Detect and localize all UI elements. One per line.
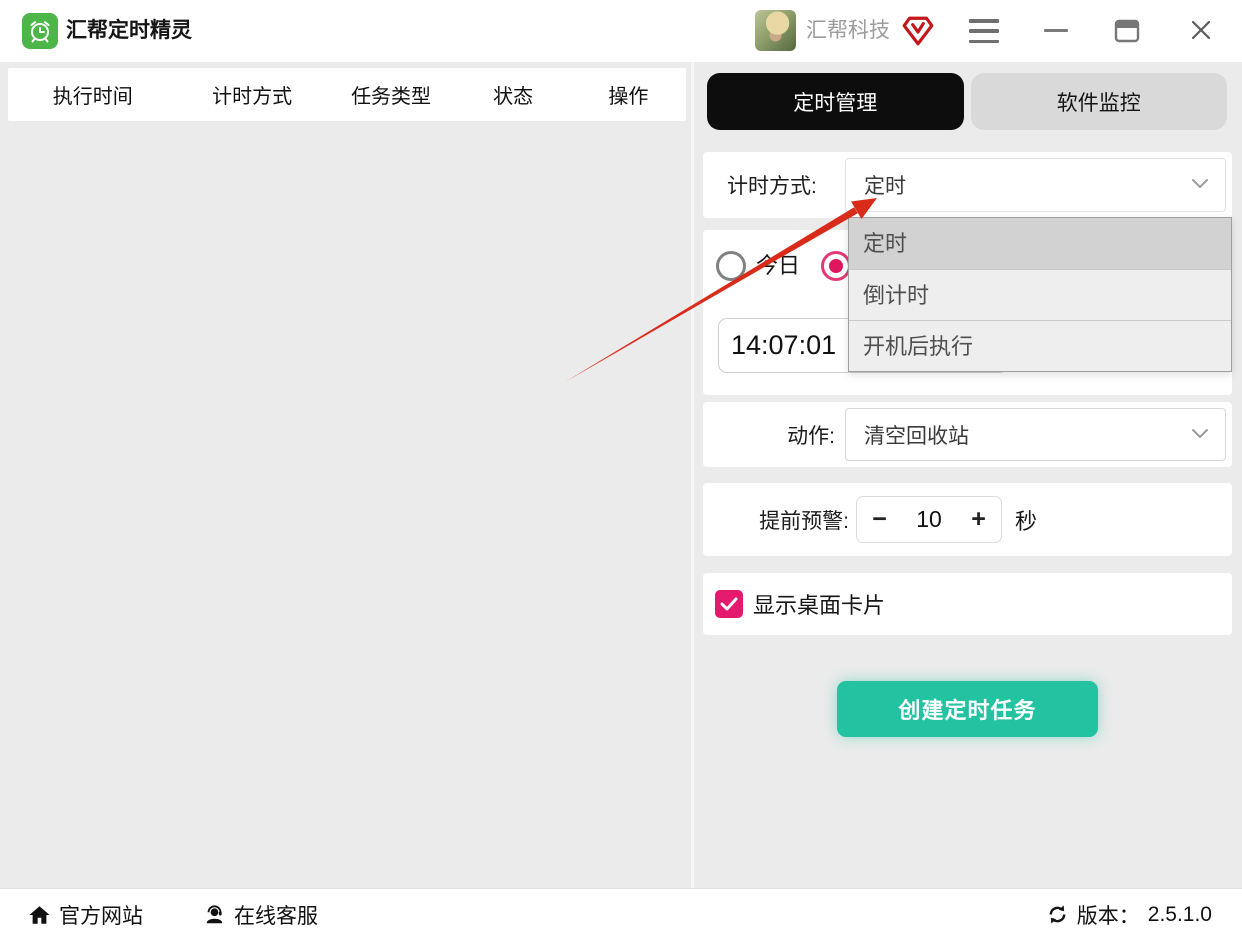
maximize-button[interactable]	[1114, 19, 1140, 48]
hamburger-menu-icon[interactable]	[969, 19, 999, 43]
chevron-down-icon	[1191, 176, 1209, 194]
timing-mode-select[interactable]: 定时	[845, 158, 1226, 212]
action-row: 动作: 清空回收站	[703, 402, 1232, 467]
version-info: 版本： 2.5.1.0	[1046, 889, 1212, 940]
app-logo-alarm-icon	[22, 13, 58, 49]
tab-timer-management[interactable]: 定时管理	[707, 73, 964, 130]
action-label: 动作:	[787, 424, 835, 448]
radio-today[interactable]	[716, 251, 746, 281]
show-desktop-card-checkbox[interactable]	[715, 590, 743, 618]
timing-mode-dropdown: 定时 倒计时 开机后执行	[848, 217, 1232, 372]
warn-unit-label: 秒	[1015, 508, 1038, 534]
user-avatar[interactable]	[755, 10, 796, 51]
timing-mode-label: 计时方式:	[727, 175, 817, 198]
show-desktop-card-label: 显示桌面卡片	[753, 593, 886, 618]
minimize-button[interactable]	[1044, 29, 1068, 32]
panel-divider	[691, 62, 694, 888]
home-icon	[29, 905, 50, 924]
task-table-header: 执行时间 计时方式 任务类型 状态 操作	[8, 68, 686, 121]
timing-mode-value: 定时	[864, 175, 906, 198]
app-title: 汇帮定时精灵	[66, 19, 192, 42]
timing-mode-row: 计时方式: 定时	[703, 152, 1232, 218]
account-name: 汇帮科技	[806, 19, 890, 42]
official-site-label: 官方网站	[59, 904, 143, 928]
warn-ahead-label: 提前预警:	[759, 509, 849, 533]
refresh-icon[interactable]	[1046, 903, 1069, 926]
footer-bar: 官方网站 在线客服 版本： 2.5.1.0	[0, 888, 1242, 939]
dropdown-option-countdown[interactable]: 倒计时	[849, 269, 1231, 320]
warn-ahead-row: 提前预警: − 10 + 秒	[703, 483, 1232, 556]
official-site-link[interactable]: 官方网站	[28, 889, 143, 940]
online-service-link[interactable]: 在线客服	[203, 889, 318, 940]
version-label: 版本：	[1076, 904, 1140, 928]
stepper-plus-button[interactable]: +	[956, 497, 1001, 542]
customer-service-icon	[206, 904, 223, 923]
vip-gem-icon[interactable]	[901, 14, 935, 53]
tab-bar: 定时管理 软件监控	[707, 73, 1227, 130]
stepper-value[interactable]: 10	[902, 506, 956, 533]
column-task-type: 任务类型	[351, 86, 432, 108]
version-value: 2.5.1.0	[1147, 902, 1212, 926]
warn-seconds-stepper: − 10 +	[856, 496, 1002, 543]
desktop-card-row: 显示桌面卡片	[703, 573, 1232, 635]
online-service-label: 在线客服	[234, 904, 318, 928]
title-bar: 汇帮定时精灵 汇帮科技	[0, 0, 1242, 62]
radio-today-label: 今日	[756, 253, 801, 278]
column-exec-time: 执行时间	[52, 86, 133, 108]
action-select[interactable]: 清空回收站	[845, 408, 1226, 461]
tab-software-monitor[interactable]: 软件监控	[970, 73, 1227, 130]
radio-daily-selected[interactable]	[821, 251, 851, 281]
close-button[interactable]	[1189, 18, 1213, 47]
column-timing-mode: 计时方式	[212, 86, 293, 108]
column-actions: 操作	[608, 86, 649, 108]
action-value: 清空回收站	[864, 424, 969, 448]
stepper-minus-button[interactable]: −	[857, 497, 902, 542]
chevron-down-icon	[1191, 426, 1209, 444]
dropdown-option-timer[interactable]: 定时	[849, 218, 1231, 269]
dropdown-option-after-boot[interactable]: 开机后执行	[849, 320, 1231, 371]
create-task-button[interactable]: 创建定时任务	[837, 681, 1098, 737]
column-status: 状态	[493, 86, 534, 108]
